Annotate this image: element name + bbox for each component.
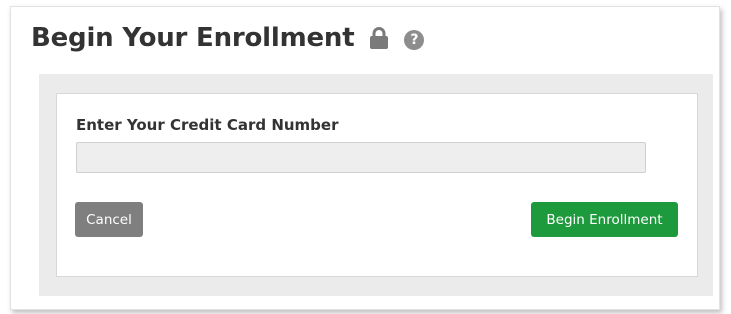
begin-enrollment-button[interactable]: Begin Enrollment xyxy=(531,202,678,237)
form-panel: Enter Your Credit Card Number Cancel Beg… xyxy=(39,74,713,296)
lock-icon xyxy=(368,26,390,50)
credit-card-label: Enter Your Credit Card Number xyxy=(76,116,339,134)
help-icon[interactable]: ? xyxy=(404,29,425,50)
page-title: Begin Your Enrollment xyxy=(31,23,355,53)
enrollment-window: Begin Your Enrollment ? Enter Your Credi… xyxy=(10,6,720,310)
form-card: Enter Your Credit Card Number Cancel Beg… xyxy=(56,93,698,277)
header: Begin Your Enrollment ? xyxy=(31,21,425,55)
credit-card-input[interactable] xyxy=(76,142,646,173)
cancel-button[interactable]: Cancel xyxy=(75,202,143,237)
